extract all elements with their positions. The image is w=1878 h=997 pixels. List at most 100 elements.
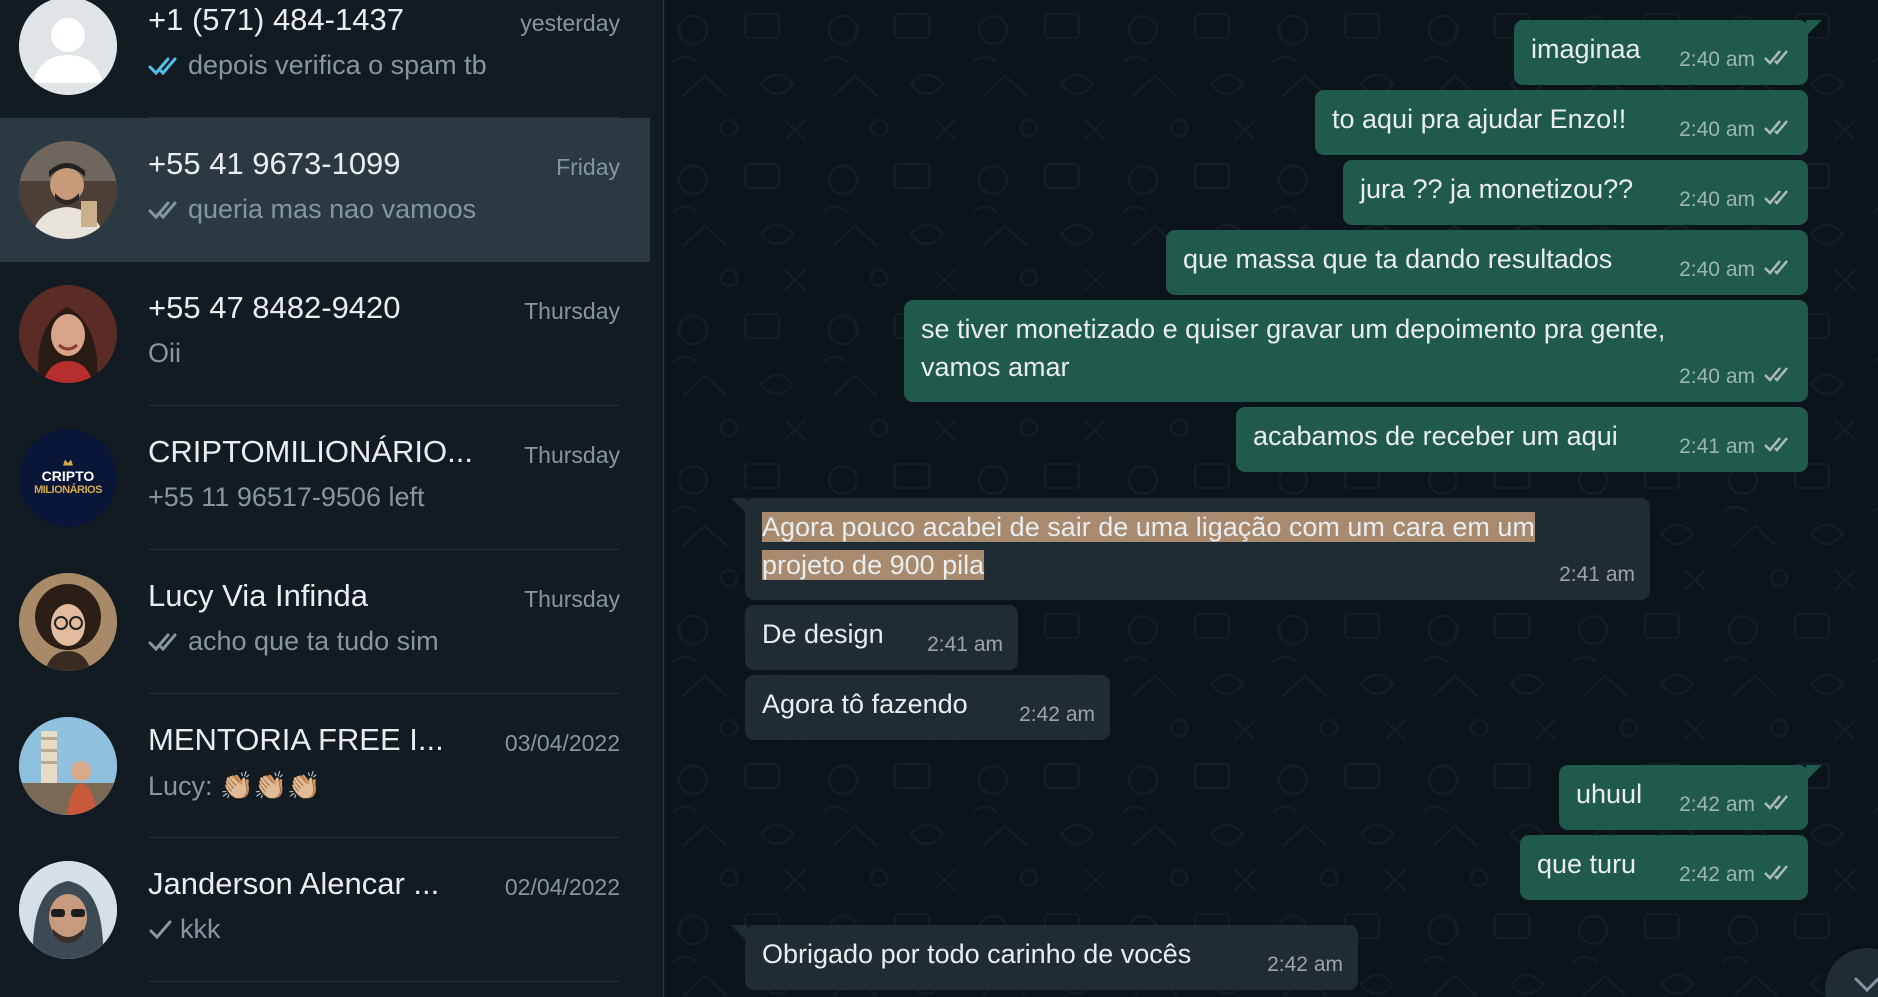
double-check-icon — [148, 631, 184, 653]
message-time: 2:42 am — [1019, 703, 1095, 726]
chat-time: 02/04/2022 — [504, 874, 620, 900]
chat-item[interactable]: CRIPTO MILIONÁRIOS CRIPTOMILIONÁRIO... T… — [0, 406, 650, 550]
chat-preview-text: depois verifica o spam tb — [188, 50, 487, 80]
message-text: to aqui pra ajudar Enzo!! — [1332, 104, 1627, 134]
chat-time: Friday — [556, 154, 620, 180]
chat-preview: kkk — [148, 914, 620, 945]
message-time: 2:40 am — [1679, 188, 1755, 211]
message-meta: 2:40 am — [1679, 41, 1793, 79]
whatsapp-app: +1 (571) 484-1437 yesterday depois verif… — [0, 0, 1878, 997]
chat-name: +55 47 8482-9420 — [148, 290, 401, 325]
message-meta: 2:42 am — [1019, 696, 1095, 734]
message-meta: 2:41 am — [1679, 428, 1793, 466]
chat-item[interactable]: MENTORIA FREE I... 03/04/2022 Lucy: 👏🏼👏🏼… — [0, 694, 650, 838]
avatar — [19, 285, 117, 383]
chat-time: yesterday — [520, 10, 620, 36]
chat-body: Janderson Alencar ... 02/04/2022 kkk — [148, 838, 620, 982]
message-meta: 2:42 am — [1267, 946, 1343, 984]
outgoing-message[interactable]: imaginaa 2:40 am — [1514, 20, 1822, 85]
chat-time: Thursday — [524, 298, 620, 324]
message-meta: 2:41 am — [927, 626, 1003, 664]
avatar — [19, 141, 117, 239]
double-check-icon — [1763, 181, 1793, 219]
double-check-read-icon — [148, 55, 184, 77]
outgoing-message[interactable]: que turu 2:42 am — [1520, 835, 1808, 900]
double-check-icon — [1763, 856, 1793, 894]
message-meta: 2:40 am — [1679, 251, 1793, 289]
chat-preview-text: queria mas nao vamoos — [188, 194, 477, 224]
chat-preview-text: +55 11 96517-9506 left — [148, 482, 425, 512]
message-text: que turu — [1537, 849, 1637, 879]
incoming-message[interactable]: Agora pouco acabei de sair de uma ligaçã… — [731, 498, 1650, 600]
group-avatar-title: CRIPTO — [41, 467, 95, 484]
double-check-icon — [1763, 358, 1793, 396]
message-text-line: vamos amar — [921, 352, 1070, 382]
chat-body: +55 41 9673-1099 Friday queria mas nao v… — [148, 118, 620, 262]
outgoing-message[interactable]: que massa que ta dando resultados 2:40 a… — [1166, 230, 1808, 295]
bubble-tail — [731, 925, 747, 941]
incoming-message[interactable]: Agora tô fazendo 2:42 am — [745, 675, 1110, 740]
double-check-icon — [1763, 111, 1793, 149]
message-meta: 2:41 am — [1559, 556, 1635, 594]
outgoing-message[interactable]: jura ?? ja monetizou?? 2:40 am — [1343, 160, 1808, 225]
chat-preview: acho que ta tudo sim — [148, 626, 620, 657]
chat-preview-text: acho que ta tudo sim — [188, 626, 439, 656]
avatar-default-icon — [19, 0, 117, 95]
message-text: uhuul — [1576, 779, 1643, 809]
chat-name: CRIPTOMILIONÁRIO... — [148, 434, 473, 469]
chat-body: +55 47 8482-9420 Thursday Oii — [148, 262, 620, 406]
outgoing-message[interactable]: uhuul 2:42 am — [1559, 765, 1822, 830]
chat-time: Thursday — [524, 586, 620, 612]
chat-preview-text: Lucy: 👏🏼👏🏼👏🏼 — [148, 771, 321, 801]
chat-item[interactable]: Lucy Via Infinda Thursday acho que ta tu… — [0, 550, 650, 694]
double-check-icon — [1763, 428, 1793, 466]
chat-body: MENTORIA FREE I... 03/04/2022 Lucy: 👏🏼👏🏼… — [148, 694, 620, 838]
chat-item[interactable]: Janderson Alencar ... 02/04/2022 kkk — [0, 838, 650, 982]
message-time: 2:41 am — [1559, 563, 1635, 586]
chat-body: Lucy Via Infinda Thursday acho que ta tu… — [148, 550, 620, 694]
message-time: 2:42 am — [1679, 863, 1755, 886]
chat-item[interactable]: +1 (571) 484-1437 yesterday depois verif… — [0, 0, 650, 118]
chat-body: CRIPTOMILIONÁRIO... Thursday +55 11 9651… — [148, 406, 620, 550]
bubble-tail — [731, 498, 747, 514]
message-text: De design — [762, 619, 884, 649]
message-text-line: Agora pouco acabei de sair de uma ligaçã… — [762, 508, 1633, 546]
conversation-pane: imaginaa 2:40 am to aqui pra ajudar Enzo… — [665, 0, 1878, 997]
double-check-icon — [1763, 251, 1793, 289]
chat-preview-text: kkk — [180, 914, 221, 944]
message-time: 2:40 am — [1679, 48, 1755, 71]
message-time: 2:42 am — [1267, 953, 1343, 976]
outgoing-message[interactable]: acabamos de receber um aqui 2:41 am — [1236, 407, 1808, 472]
bubble-tail — [1806, 765, 1822, 781]
message-meta: 2:42 am — [1679, 856, 1793, 894]
message-time: 2:40 am — [1679, 365, 1755, 388]
incoming-message[interactable]: Obrigado por todo carinho de vocês 2:42 … — [731, 925, 1358, 990]
chat-name: +55 41 9673-1099 — [148, 146, 401, 181]
single-check-icon — [148, 919, 176, 941]
selected-text[interactable]: Agora pouco acabei de sair de uma ligaçã… — [762, 512, 1535, 542]
chat-item-active[interactable]: +55 41 9673-1099 Friday queria mas nao v… — [0, 118, 650, 262]
chat-time: 03/04/2022 — [504, 730, 620, 756]
message-time: 2:41 am — [1679, 435, 1755, 458]
chevron-down-icon — [1854, 977, 1878, 993]
chat-preview-text: Oii — [148, 338, 181, 368]
message-meta: 2:40 am — [1679, 181, 1793, 219]
message-meta: 2:40 am — [1679, 111, 1793, 149]
chat-list-sidebar: +1 (571) 484-1437 yesterday depois verif… — [0, 0, 664, 997]
incoming-message[interactable]: De design 2:41 am — [745, 605, 1018, 670]
message-time: 2:42 am — [1679, 793, 1755, 816]
group-avatar — [19, 717, 117, 815]
message-text: Agora tô fazendo — [762, 689, 968, 719]
group-avatar-subtitle: MILIONÁRIOS — [34, 483, 102, 496]
chat-preview: queria mas nao vamoos — [148, 194, 620, 225]
chat-item[interactable]: +55 47 8482-9420 Thursday Oii — [0, 262, 650, 406]
outgoing-message[interactable]: to aqui pra ajudar Enzo!! 2:40 am — [1315, 90, 1808, 155]
message-time: 2:40 am — [1679, 118, 1755, 141]
outgoing-message[interactable]: se tiver monetizado e quiser gravar um d… — [904, 300, 1808, 402]
selected-text[interactable]: projeto de 900 pila — [762, 550, 985, 580]
message-text-line: se tiver monetizado e quiser gravar um d… — [921, 314, 1666, 344]
bubble-tail — [1806, 20, 1822, 36]
double-check-icon — [148, 199, 184, 221]
chat-preview: Lucy: 👏🏼👏🏼👏🏼 — [148, 770, 620, 802]
message-text: Obrigado por todo carinho de vocês — [762, 939, 1192, 969]
